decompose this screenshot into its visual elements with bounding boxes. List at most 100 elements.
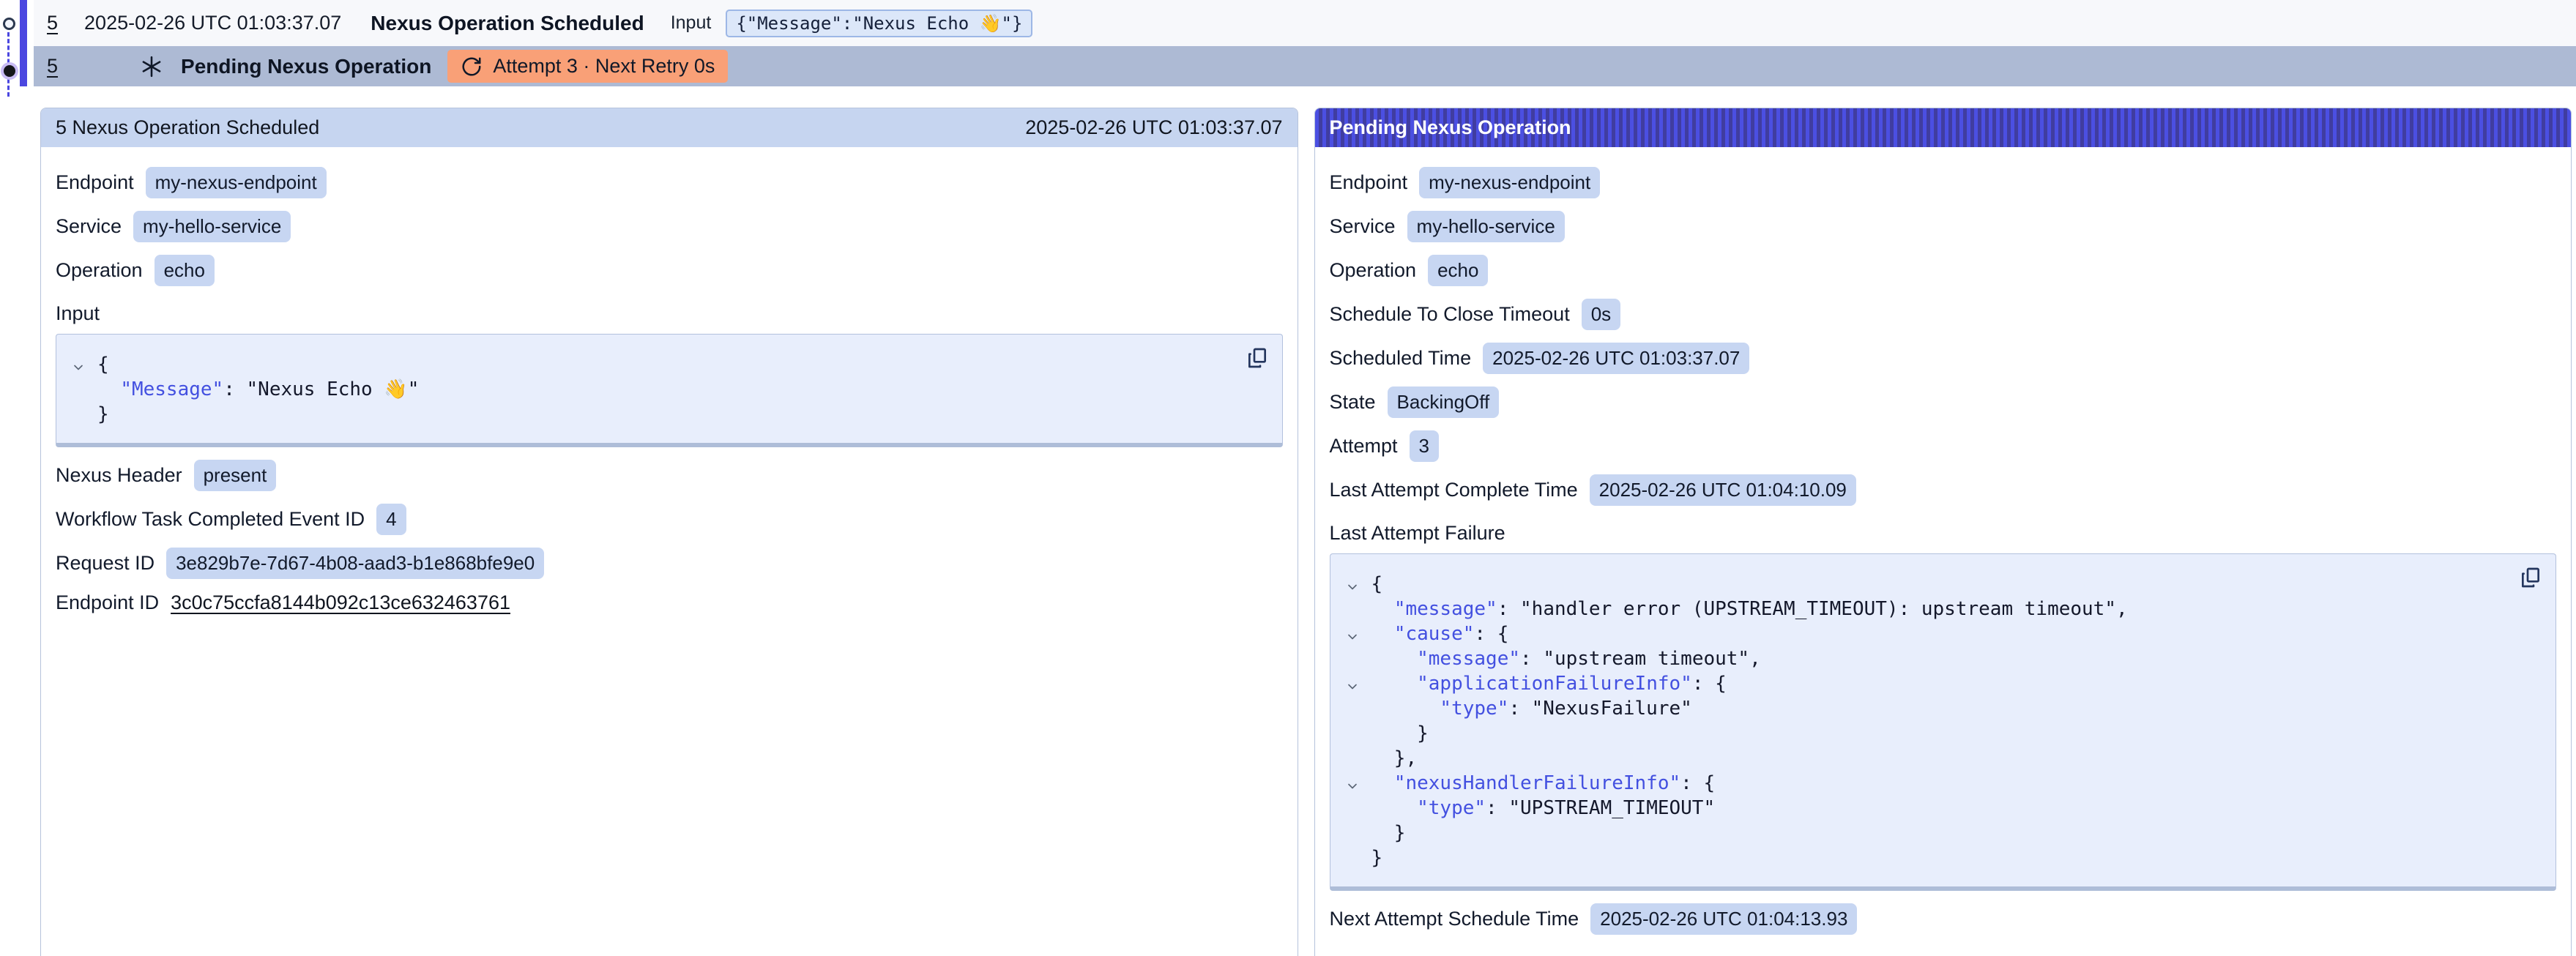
json-text bbox=[1371, 623, 1394, 645]
field-request-id: Request ID 3e829b7e-7d67-4b08-aad3-b1e86… bbox=[56, 548, 1283, 579]
nexus-header-badge: present bbox=[194, 460, 277, 491]
field-endpoint-id: Endpoint ID 3c0c75ccfa8144b092c13ce63246… bbox=[56, 591, 1283, 614]
failure-json-viewer: { "message": "handler error (UPSTREAM_TI… bbox=[1330, 553, 2557, 891]
input-label: Input bbox=[671, 12, 712, 34]
field-operation: Operation echo bbox=[1330, 255, 2557, 286]
endpoint-badge: my-nexus-endpoint bbox=[146, 167, 327, 198]
code-line: "applicationFailureInfo": { bbox=[1342, 671, 2512, 696]
json-text: } bbox=[1371, 722, 1429, 744]
code-line: }, bbox=[1342, 746, 2512, 771]
field-service: Service my-hello-service bbox=[1330, 211, 2557, 242]
json-text: : "Nexus Echo 👋" bbox=[223, 378, 419, 400]
json-text: : "handler error (UPSTREAM_TIMEOUT): ups… bbox=[1497, 598, 2128, 620]
field-label: State bbox=[1330, 391, 1376, 414]
json-text bbox=[1371, 797, 1418, 819]
field-label: Schedule To Close Timeout bbox=[1330, 303, 1570, 326]
field-label: Next Attempt Schedule Time bbox=[1330, 908, 1579, 930]
field-service: Service my-hello-service bbox=[56, 211, 1283, 242]
json-text: }, bbox=[1371, 747, 1418, 769]
json-key: "type" bbox=[1417, 797, 1486, 819]
json-text bbox=[97, 378, 120, 400]
event-title: Nexus Operation Scheduled bbox=[371, 12, 644, 35]
field-schedule-to-close-timeout: Schedule To Close Timeout 0s bbox=[1330, 299, 2557, 330]
pending-operation-row[interactable]: 5 Pending Nexus Operation Attempt 3 · Ne… bbox=[34, 46, 2576, 86]
scheduled-event-panel: 5 Nexus Operation Scheduled 2025-02-26 U… bbox=[40, 108, 1298, 956]
operation-badge: echo bbox=[155, 255, 215, 286]
workflow-event-detail-screen: 5 2025-02-26 UTC 01:03:37.07 Nexus Opera… bbox=[0, 0, 2576, 956]
json-key: "Message" bbox=[120, 378, 223, 400]
json-key: "type" bbox=[1440, 698, 1508, 720]
field-label: Service bbox=[56, 215, 122, 238]
endpoint-id-link[interactable]: 3c0c75ccfa8144b092c13ce632463761 bbox=[171, 591, 510, 614]
field-state: State BackingOff bbox=[1330, 386, 2557, 418]
json-text bbox=[1371, 673, 1418, 695]
copy-icon[interactable] bbox=[1246, 346, 1269, 372]
wtce-id-badge: 4 bbox=[376, 504, 406, 535]
json-text: } bbox=[1371, 822, 1406, 844]
json-text: : { bbox=[1680, 772, 1715, 794]
json-key: "message" bbox=[1417, 648, 1520, 670]
schedule-to-close-timeout-badge: 0s bbox=[1582, 299, 1620, 330]
code-line: "cause": { bbox=[1342, 621, 2512, 646]
json-text: : { bbox=[1692, 673, 1727, 695]
field-endpoint: Endpoint my-nexus-endpoint bbox=[1330, 167, 2557, 198]
pending-event-id-link[interactable]: 5 bbox=[47, 55, 58, 78]
field-label: Workflow Task Completed Event ID bbox=[56, 508, 365, 531]
retry-attempt-badge: Attempt 3 · Next Retry 0s bbox=[447, 50, 728, 83]
pending-operation-body: Endpoint my-nexus-endpoint Service my-he… bbox=[1315, 147, 2572, 956]
field-label: Scheduled Time bbox=[1330, 347, 1472, 370]
scheduled-event-header-timestamp: 2025-02-26 UTC 01:03:37.07 bbox=[1025, 116, 1282, 139]
json-key: "applicationFailureInfo" bbox=[1417, 673, 1692, 695]
input-json-viewer: { "Message": "Nexus Echo 👋"} bbox=[56, 334, 1283, 447]
code-line: { bbox=[1342, 572, 2512, 597]
json-text: : "UPSTREAM_TIMEOUT" bbox=[1486, 797, 1715, 819]
request-id-badge: 3e829b7e-7d67-4b08-aad3-b1e868bfe9e0 bbox=[166, 548, 544, 579]
json-key: "message" bbox=[1394, 598, 1497, 620]
field-label: Endpoint ID bbox=[56, 591, 159, 614]
field-label: Attempt bbox=[1330, 435, 1398, 458]
field-label: Nexus Header bbox=[56, 464, 182, 487]
json-text bbox=[1371, 772, 1394, 794]
code-line: "Message": "Nexus Echo 👋" bbox=[68, 377, 1238, 402]
json-text: } bbox=[97, 403, 109, 425]
event-id-link[interactable]: 5 bbox=[47, 12, 58, 34]
code-line: "nexusHandlerFailureInfo": { bbox=[1342, 771, 2512, 796]
field-last-attempt-complete-time: Last Attempt Complete Time 2025-02-26 UT… bbox=[1330, 474, 2557, 506]
timeline-dashed-connector bbox=[7, 32, 10, 97]
json-text bbox=[1371, 698, 1440, 720]
scheduled-time-badge: 2025-02-26 UTC 01:03:37.07 bbox=[1483, 343, 1749, 374]
json-text: : "NexusFailure" bbox=[1508, 698, 1691, 720]
code-line: } bbox=[68, 402, 1238, 427]
code-line: "message": "handler error (UPSTREAM_TIME… bbox=[1342, 597, 2512, 621]
next-attempt-schedule-time-badge: 2025-02-26 UTC 01:04:13.93 bbox=[1590, 903, 1857, 935]
operation-badge: echo bbox=[1428, 255, 1488, 286]
event-timestamp: 2025-02-26 UTC 01:03:37.07 bbox=[84, 12, 341, 34]
json-text: : { bbox=[1474, 623, 1508, 645]
field-operation: Operation echo bbox=[56, 255, 1283, 286]
json-text: } bbox=[1371, 847, 1383, 869]
event-history-row[interactable]: 5 2025-02-26 UTC 01:03:37.07 Nexus Opera… bbox=[34, 0, 2576, 46]
copy-icon[interactable] bbox=[2519, 566, 2542, 591]
code-line: "type": "NexusFailure" bbox=[1342, 696, 2512, 721]
field-label: Service bbox=[1330, 215, 1396, 238]
event-marker-filled-icon bbox=[4, 65, 15, 77]
field-label: Last Attempt Complete Time bbox=[1330, 479, 1578, 501]
field-nexus-header: Nexus Header present bbox=[56, 460, 1283, 491]
endpoint-badge: my-nexus-endpoint bbox=[1419, 167, 1600, 198]
field-endpoint: Endpoint my-nexus-endpoint bbox=[56, 167, 1283, 198]
service-badge: my-hello-service bbox=[1407, 211, 1565, 242]
json-text: { bbox=[97, 354, 109, 376]
code-line: } bbox=[1342, 845, 2512, 870]
service-badge: my-hello-service bbox=[133, 211, 291, 242]
code-line: "type": "UPSTREAM_TIMEOUT" bbox=[1342, 796, 2512, 821]
retry-text: Attempt 3 · Next Retry 0s bbox=[493, 55, 715, 78]
pending-operation-title: Pending Nexus Operation bbox=[181, 55, 431, 78]
timeline-active-bar bbox=[20, 0, 27, 86]
field-scheduled-time: Scheduled Time 2025-02-26 UTC 01:03:37.0… bbox=[1330, 343, 2557, 374]
json-text: : "upstream timeout", bbox=[1520, 648, 1761, 670]
field-wtce-id: Workflow Task Completed Event ID 4 bbox=[56, 504, 1283, 535]
json-text bbox=[1371, 598, 1394, 620]
field-label: Endpoint bbox=[1330, 171, 1408, 194]
scheduled-event-header-title: 5 Nexus Operation Scheduled bbox=[56, 116, 319, 139]
pending-operation-header: Pending Nexus Operation bbox=[1315, 108, 2572, 147]
